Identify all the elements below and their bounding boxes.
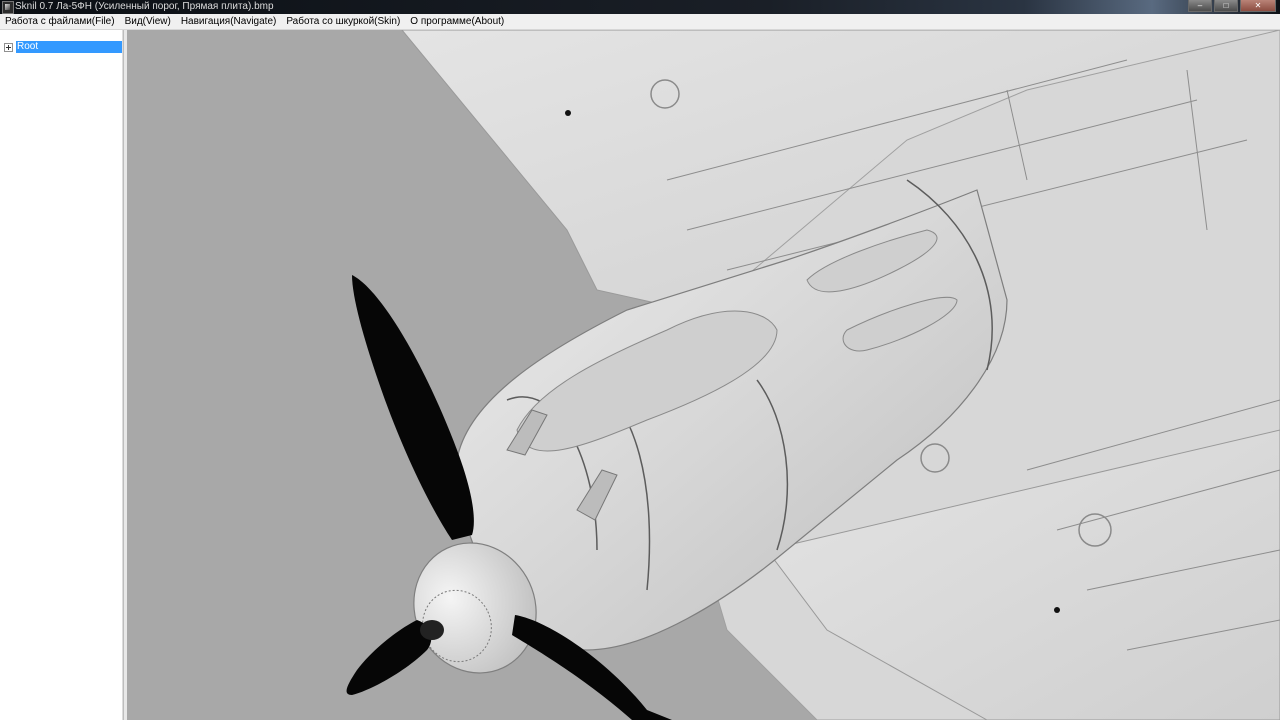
- menu-about[interactable]: О программе(About): [405, 14, 509, 29]
- 3d-viewport[interactable]: [127, 30, 1280, 720]
- minimize-button[interactable]: –: [1188, 0, 1212, 12]
- title-bar[interactable]: Sknil 0.7 Ла-5ФН (Усиленный порог, Пряма…: [0, 0, 1280, 14]
- close-button[interactable]: ✕: [1240, 0, 1276, 12]
- tree-pane[interactable]: Root: [0, 30, 125, 720]
- menu-view[interactable]: Вид(View): [120, 14, 176, 29]
- menu-navigate[interactable]: Навигация(Navigate): [176, 14, 282, 29]
- tree-node-root[interactable]: Root: [4, 41, 122, 53]
- expand-plus-icon[interactable]: [4, 42, 13, 52]
- maximize-button[interactable]: □: [1214, 0, 1238, 12]
- tree-node-label[interactable]: Root: [16, 41, 122, 53]
- window-controls: – □ ✕: [1188, 0, 1276, 12]
- menu-skin[interactable]: Работа со шкуркой(Skin): [281, 14, 405, 29]
- window-title: Sknil 0.7 Ла-5ФН (Усиленный порог, Пряма…: [15, 1, 274, 12]
- aircraft-render: [346, 30, 1280, 720]
- app-icon[interactable]: [2, 1, 14, 14]
- menu-bar: Работа с файлами(File) Вид(View) Навигац…: [0, 14, 1280, 30]
- menu-file[interactable]: Работа с файлами(File): [0, 14, 120, 29]
